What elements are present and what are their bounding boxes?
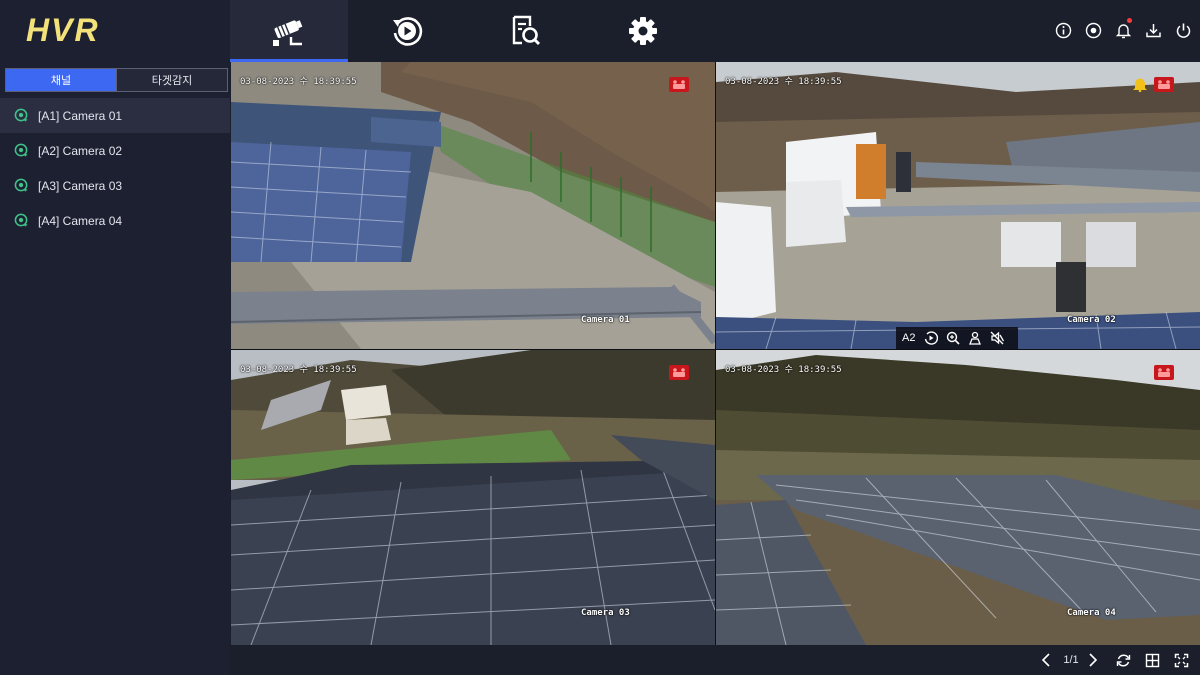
camera-02-feed (716, 62, 1200, 349)
download-button[interactable] (1142, 18, 1164, 42)
tile-toolbar: A2 (896, 327, 1018, 349)
timestamp-overlay: 03-08-2023 수 18:39:55 (725, 365, 842, 375)
camera-item-a4[interactable]: [A4] Camera 04 (0, 203, 230, 238)
person-icon (969, 331, 982, 345)
instant-playback-icon (925, 331, 939, 345)
search-file-icon (512, 15, 541, 46)
camera-name-overlay: Camera 04 (1067, 608, 1116, 618)
notification-button[interactable] (1112, 18, 1134, 42)
recording-icon (1158, 368, 1170, 377)
camera-name-overlay: Camera 03 (581, 608, 630, 618)
next-page-button[interactable] (1085, 652, 1101, 668)
timestamp-overlay: 03-08-2023 수 18:39:55 (240, 77, 357, 87)
chevron-right-icon (1089, 653, 1098, 667)
tab-playback[interactable] (348, 0, 466, 62)
info-button[interactable] (1052, 18, 1074, 42)
timestamp-overlay: 03-08-2023 수 18:39:55 (240, 365, 357, 375)
camera-list: [A1] Camera 01 [A2] Camera 02 [A3] Camer… (0, 98, 230, 238)
video-tile-camera-01[interactable]: 03-08-2023 수 18:39:55 Camera 01 (231, 62, 715, 349)
power-button[interactable] (1172, 18, 1194, 42)
sequence-button[interactable] (1114, 652, 1132, 668)
record-icon (1085, 22, 1101, 38)
channel-mode-switch: 채널 타겟감지 (5, 68, 228, 92)
tab-settings[interactable] (584, 0, 702, 62)
camera-item-a2[interactable]: [A2] Camera 02 (0, 133, 230, 168)
page-indicator: 1/1 (1063, 654, 1079, 666)
tab-live-view[interactable] (230, 0, 348, 62)
camera-item-a3[interactable]: [A3] Camera 03 (0, 168, 230, 203)
notification-dot (1127, 18, 1132, 23)
download-icon (1145, 23, 1161, 37)
grid-layout-icon (1145, 653, 1159, 667)
audio-mute-button[interactable] (989, 330, 1005, 346)
tab-search[interactable] (466, 0, 584, 62)
tile-channel-label: A2 (902, 332, 916, 344)
refresh-icon (1116, 653, 1130, 667)
camera-item-a1[interactable]: [A1] Camera 01 (0, 98, 230, 133)
gear-icon (629, 17, 657, 45)
recording-badge (1154, 77, 1174, 92)
camera-online-icon (14, 143, 28, 157)
camera-online-icon (14, 108, 28, 122)
video-tile-camera-04[interactable]: 03-08-2023 수 18:39:55 Camera 04 (716, 350, 1200, 645)
camera-04-feed (716, 350, 1200, 645)
fullscreen-icon (1174, 653, 1188, 667)
instant-playback-button[interactable] (923, 330, 939, 346)
camera-name-overlay: Camera 01 (581, 315, 630, 325)
recording-icon (673, 368, 685, 377)
app-logo: HVR (26, 12, 100, 48)
camera-01-feed (231, 62, 715, 349)
camera-item-label: [A4] Camera 04 (38, 213, 123, 228)
timestamp-overlay: 03-08-2023 수 18:39:55 (725, 77, 842, 87)
recording-badge (669, 77, 689, 92)
recording-badge (669, 365, 689, 380)
camera-name-overlay: Camera 02 (1067, 315, 1116, 325)
recording-icon (1158, 80, 1170, 89)
sidebar: HVR 채널 타겟감지 [A1] Camera 01 [A2] Camera 0… (0, 0, 230, 675)
camera-item-label: [A2] Camera 02 (38, 143, 123, 158)
fullscreen-button[interactable] (1172, 652, 1190, 668)
digital-zoom-button[interactable] (945, 330, 961, 346)
layout-button[interactable] (1143, 652, 1161, 668)
alarm-bell-icon (1133, 78, 1147, 92)
playback-icon (393, 17, 423, 46)
camera-online-icon (14, 213, 28, 227)
bell-icon (1115, 23, 1131, 38)
live-view-grid: 03-08-2023 수 18:39:55 Camera 01 03-08-20… (231, 62, 1200, 645)
mute-icon (991, 331, 1005, 345)
bottom-toolbar: 1/1 (230, 645, 1200, 675)
person-detection-button[interactable] (967, 330, 983, 346)
info-icon (1055, 22, 1071, 38)
camera-item-label: [A1] Camera 01 (38, 108, 123, 123)
tab-channel[interactable]: 채널 (6, 69, 116, 91)
video-tile-camera-02[interactable]: 03-08-2023 수 18:39:55 Camera 02 A2 (716, 62, 1200, 349)
tab-target-detection[interactable]: 타겟감지 (116, 69, 227, 91)
record-status-button[interactable] (1082, 18, 1104, 42)
recording-badge (1154, 365, 1174, 380)
chevron-left-icon (1041, 653, 1050, 667)
camera-item-label: [A3] Camera 03 (38, 178, 123, 193)
camera-icon (273, 20, 303, 46)
zoom-icon (947, 331, 961, 345)
top-navigation (230, 0, 1200, 62)
camera-online-icon (14, 178, 28, 192)
recording-icon (673, 80, 685, 89)
previous-page-button[interactable] (1038, 652, 1054, 668)
system-icons (1052, 18, 1194, 42)
video-tile-camera-03[interactable]: 03-08-2023 수 18:39:55 Camera 03 (231, 350, 715, 645)
camera-03-feed (231, 350, 715, 645)
hvr-app: HVR 채널 타겟감지 [A1] Camera 01 [A2] Camera 0… (0, 0, 1200, 675)
power-icon (1176, 23, 1190, 38)
